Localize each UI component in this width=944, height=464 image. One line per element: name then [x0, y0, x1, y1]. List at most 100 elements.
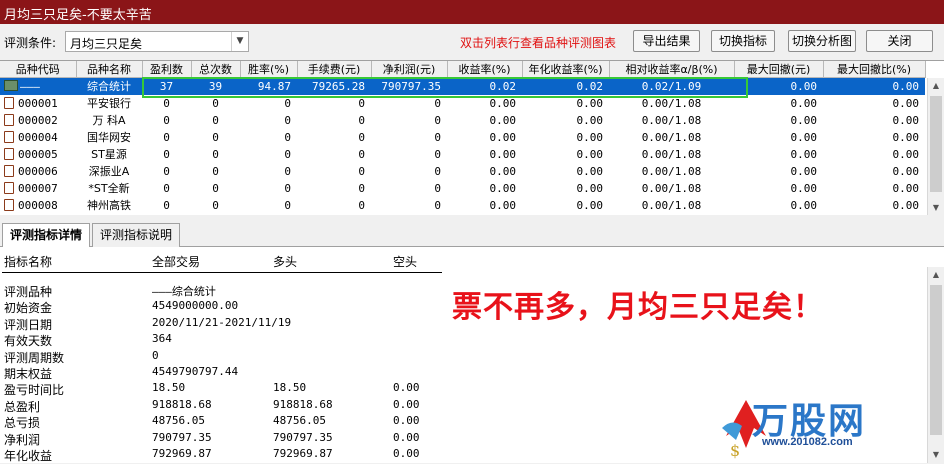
- cell-total: 0: [212, 96, 219, 110]
- detail-short: 0.00: [393, 397, 420, 411]
- detail-name: 有效天数: [4, 334, 53, 349]
- export-button[interactable]: 导出结果: [633, 30, 700, 52]
- cell-fee: 0: [358, 181, 365, 195]
- tab-indicator-details[interactable]: 评测指标详情: [2, 223, 90, 248]
- stock-name: 万 科A: [92, 114, 126, 127]
- column-header[interactable]: 年化收益率(%): [522, 61, 610, 78]
- cell-total: 0: [212, 164, 219, 178]
- cell-win: 37: [142, 77, 191, 95]
- chevron-down-icon[interactable]: ▼: [231, 32, 248, 51]
- cell-rate: 0: [284, 181, 291, 195]
- header-all-trades: 全部交易: [152, 255, 201, 269]
- cell-total: 39: [191, 77, 240, 95]
- cell-rate: 0: [284, 130, 291, 144]
- detail-name: 总亏损: [4, 416, 41, 431]
- switch-chart-button[interactable]: 切换分析图: [788, 30, 856, 52]
- table-row[interactable]: 000001 平安银行 0 0 0 0 0 0.00 0.00 0.00/1.08 0.00 0.00: [0, 95, 925, 112]
- stock-code: ———: [20, 79, 40, 93]
- cell-profit: 0: [434, 198, 441, 212]
- document-icon: [4, 164, 14, 177]
- cell-ddr: 0.00: [892, 164, 920, 178]
- detail-row: 盈亏时间比 18.50 18.50 0.00: [0, 381, 440, 397]
- column-header[interactable]: 盈利数: [142, 61, 192, 78]
- detail-row: 总盈利 918818.68 918818.68 0.00: [0, 398, 440, 414]
- column-header[interactable]: 品种名称: [76, 61, 143, 78]
- cell-fee: 0: [358, 130, 365, 144]
- document-icon: [4, 96, 14, 109]
- column-header[interactable]: 净利润(元): [371, 61, 448, 78]
- summary-icon: [4, 79, 18, 91]
- cell-annual: 0.00: [576, 198, 604, 212]
- cell-win: 0: [163, 113, 170, 127]
- condition-select[interactable]: 月均三只足矣 ▼: [65, 31, 249, 52]
- cell-profit: 0: [434, 113, 441, 127]
- cell-fee: 0: [358, 96, 365, 110]
- grid-scrollbar[interactable]: ▲ ▼: [927, 78, 944, 216]
- table-row[interactable]: 000007 *ST全新 0 0 0 0 0 0.00 0.00 0.00/1.08 0.00 0.0…: [0, 180, 925, 197]
- detail-all: 0: [152, 348, 159, 362]
- column-header[interactable]: 最大回撤(元): [734, 61, 824, 78]
- column-header[interactable]: 胜率(%): [240, 61, 298, 78]
- header-short: 空头: [393, 255, 418, 269]
- header-divider: [2, 272, 442, 273]
- stock-name: 综合统计: [76, 77, 142, 95]
- cell-ddr: 0.00: [892, 96, 920, 110]
- cell-ret: 0.00: [489, 147, 517, 161]
- detail-name: 评测日期: [4, 317, 53, 332]
- switch-indicator-button[interactable]: 切换指标: [711, 30, 775, 52]
- table-row[interactable]: 000005 ST星源 0 0 0 0 0 0.00 0.00 0.00/1.08 0.00 0.00: [0, 146, 925, 163]
- cell-annual: 0.00: [576, 96, 604, 110]
- cell-ret: 0.02: [447, 77, 522, 95]
- column-header[interactable]: 品种代码: [0, 61, 77, 78]
- scroll-thumb[interactable]: [930, 285, 942, 435]
- detail-row: 总亏损 48756.05 48756.05 0.00: [0, 414, 440, 430]
- cell-win: 0: [163, 181, 170, 195]
- cell-code: 000005: [0, 146, 76, 163]
- header-long: 多头: [273, 255, 298, 269]
- table-row[interactable]: 000002 万 科A 0 0 0 0 0 0.00 0.00 0.00/1.08 0.00 0.00: [0, 112, 925, 129]
- cell-dd: 0.00: [790, 198, 818, 212]
- scroll-thumb[interactable]: [930, 96, 942, 192]
- scroll-down-icon[interactable]: ▼: [928, 447, 944, 463]
- document-icon: [4, 181, 14, 194]
- cell-rate: 0: [284, 96, 291, 110]
- detail-short: 0.00: [393, 447, 420, 460]
- detail-row: 年化收益 792969.87 792969.87 0.00: [0, 447, 440, 463]
- tab-bar: 评测指标详情 评测指标说明: [0, 215, 944, 248]
- column-header[interactable]: 总次数: [191, 61, 241, 78]
- cell-profit: 0: [434, 130, 441, 144]
- stock-name: 国华网安: [87, 131, 131, 144]
- scroll-up-icon[interactable]: ▲: [928, 267, 944, 283]
- cell-ddr: 0.00: [892, 130, 920, 144]
- cell-profit: 0: [434, 181, 441, 195]
- detail-name: 净利润: [4, 432, 41, 447]
- stock-code: 000004: [18, 130, 58, 144]
- cell-relative: 0.00/1.08: [641, 147, 702, 161]
- table-row[interactable]: ——— 综合统计 37 39 94.87 79265.28 790797.35 0.02 0.0…: [0, 77, 925, 95]
- table-row[interactable]: 000008 神州高铁 0 0 0 0 0 0.00 0.00 0.00/1.08 0.00 0.00: [0, 197, 925, 214]
- cell-rate: 0: [284, 147, 291, 161]
- cell-total: 0: [212, 198, 219, 212]
- cell-fee: 0: [358, 164, 365, 178]
- detail-row: 评测日期 2020/11/21-2021/11/19: [0, 316, 440, 332]
- cell-annual: 0.00: [576, 113, 604, 127]
- tab-indicator-description[interactable]: 评测指标说明: [92, 223, 180, 247]
- hint-text: 双击列表行查看品种评测图表: [460, 36, 617, 50]
- scroll-up-icon[interactable]: ▲: [928, 78, 944, 94]
- table-row[interactable]: 000004 国华网安 0 0 0 0 0 0.00 0.00 0.00/1.08 0.00 0.00: [0, 129, 925, 146]
- cell-win: 0: [163, 164, 170, 178]
- cell-ret: 0.00: [489, 96, 517, 110]
- column-header[interactable]: 最大回撤比(%): [823, 61, 926, 78]
- column-header[interactable]: 手续费(元): [297, 61, 372, 78]
- cell-code: 000007: [0, 180, 76, 197]
- table-row[interactable]: 000006 深振业A 0 0 0 0 0 0.00 0.00 0.00/1.08 0.00 0.00: [0, 163, 925, 180]
- detail-short: 0.00: [393, 430, 420, 444]
- scroll-down-icon[interactable]: ▼: [928, 200, 944, 216]
- cell-relative: 0.00/1.08: [641, 113, 702, 127]
- column-header[interactable]: 收益率(%): [447, 61, 523, 78]
- column-header[interactable]: 相对收益率α/β(%): [609, 61, 735, 78]
- close-button[interactable]: 关闭: [866, 30, 933, 52]
- detail-short: 0.00: [393, 381, 420, 395]
- detail-name: 期末权益: [4, 367, 53, 381]
- cell-ret: 0.00: [489, 164, 517, 178]
